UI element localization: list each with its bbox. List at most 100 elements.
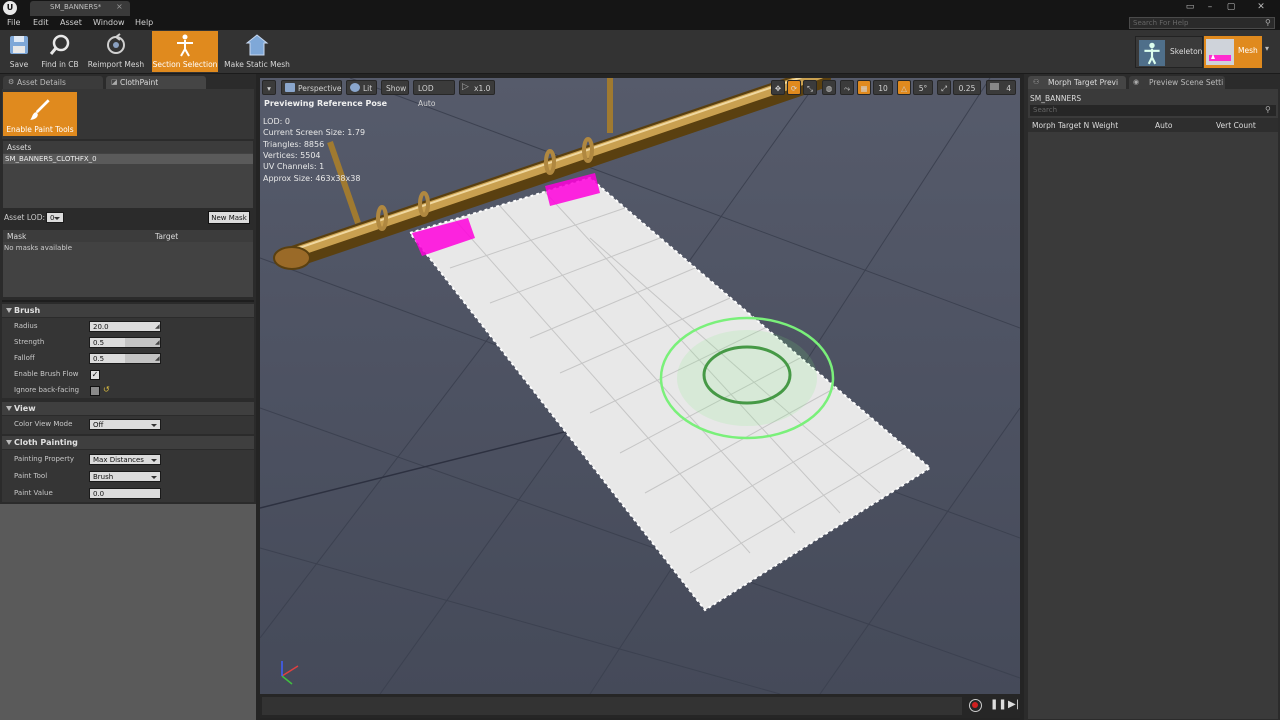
col-auto[interactable]: Auto: [1155, 121, 1172, 130]
viewport[interactable]: [260, 78, 1020, 694]
show-button[interactable]: Show: [381, 80, 409, 95]
ignore-backfacing-checkbox[interactable]: [90, 386, 100, 396]
tab-clothpaint-label: ClothPaint: [120, 78, 159, 87]
minimize-icon[interactable]: –: [1203, 1, 1217, 13]
viewport-options-dropdown[interactable]: ▾: [262, 80, 276, 95]
camera-speed-value: 4: [1006, 84, 1011, 93]
menu-file[interactable]: File: [7, 16, 20, 30]
translate-mode-icon[interactable]: ✥: [771, 80, 785, 95]
maximize-icon[interactable]: ▢: [1224, 1, 1238, 13]
radius-field[interactable]: 20.0: [89, 321, 161, 332]
search-icon[interactable]: ⚲: [1265, 18, 1271, 27]
pause-button[interactable]: ❚❚: [990, 699, 1007, 710]
world-local-icon[interactable]: ◍: [822, 80, 836, 95]
mode-dropdown-arrow-icon[interactable]: ▾: [1265, 44, 1269, 53]
tab-morph-target-preview[interactable]: Morph Target Previ: [1028, 76, 1126, 89]
scale-snap-value[interactable]: 0.25: [953, 80, 981, 95]
lod-auto-label: LOD Auto: [418, 84, 436, 108]
new-mask-button[interactable]: New Mask: [208, 211, 250, 224]
rotate-mode-icon[interactable]: ⟳: [787, 80, 801, 95]
reset-to-default-icon[interactable]: ↺: [103, 385, 110, 394]
falloff-field[interactable]: 0.5: [89, 353, 161, 364]
tab-preview-scene-label: Preview Scene Setti: [1149, 78, 1224, 87]
section-selection-button[interactable]: Section Selection: [152, 31, 218, 72]
angle-snap-icon[interactable]: △: [897, 80, 911, 95]
enable-paint-tools-button[interactable]: Enable Paint Tools: [3, 92, 77, 136]
camera-icon: [990, 83, 999, 90]
col-weight[interactable]: Weight: [1092, 121, 1118, 130]
perspective-icon: [285, 83, 295, 92]
clothpaint-tab-icon: ◪: [111, 78, 118, 86]
painting-property-dropdown[interactable]: Max Distances: [89, 454, 161, 465]
save-button[interactable]: Save: [4, 31, 34, 72]
stat-lod: LOD: 0: [263, 117, 290, 126]
morph-search-icon[interactable]: ⚲: [1265, 105, 1271, 114]
notification-icon[interactable]: ▭: [1183, 1, 1197, 13]
strength-drag-icon[interactable]: ◢: [155, 339, 160, 346]
tab-preview-scene-settings[interactable]: Preview Scene Setti: [1129, 76, 1225, 89]
mesh-mode-button[interactable]: Mesh: [1204, 36, 1262, 68]
surface-snap-icon[interactable]: ⤳: [840, 80, 854, 95]
mesh-thumbnail-icon: [1206, 39, 1234, 65]
enable-brush-flow-checkbox[interactable]: ✓: [90, 370, 100, 380]
help-search-input[interactable]: Search For Help: [1129, 17, 1275, 29]
lit-label: Lit: [363, 84, 373, 93]
scale-mode-icon[interactable]: ⤡: [803, 80, 817, 95]
make-static-mesh-label: Make Static Mesh: [224, 60, 290, 69]
close-window-icon[interactable]: ✕: [1246, 1, 1276, 13]
view-section-header[interactable]: View: [2, 402, 254, 415]
menu-edit[interactable]: Edit: [33, 16, 49, 30]
asset-lod-dropdown[interactable]: 0: [46, 212, 64, 223]
brush-section-header[interactable]: Brush: [2, 304, 254, 317]
close-tab-icon[interactable]: ×: [116, 2, 123, 11]
show-label: Show: [386, 84, 407, 93]
unreal-logo-icon[interactable]: U: [3, 1, 17, 15]
tab-asset-details[interactable]: Asset Details: [3, 76, 103, 89]
menu-asset[interactable]: Asset: [60, 16, 82, 30]
falloff-drag-icon[interactable]: ◢: [155, 355, 160, 362]
section-selection-icon: [177, 34, 193, 57]
lod-auto-button[interactable]: LOD Auto: [413, 80, 455, 108]
cloth-painting-section-header[interactable]: Cloth Painting: [2, 436, 254, 449]
col-vert-count[interactable]: Vert Count: [1216, 121, 1256, 130]
step-forward-button[interactable]: ▶|: [1008, 699, 1019, 710]
paint-value-field[interactable]: 0.0: [89, 488, 161, 499]
morph-search-input[interactable]: Search: [1030, 105, 1276, 116]
axis-gizmo: [281, 661, 299, 685]
stat-screen-size: Current Screen Size: 1.79: [263, 128, 366, 137]
strength-field[interactable]: 0.5: [89, 337, 161, 348]
radius-drag-icon[interactable]: ◢: [155, 323, 160, 330]
stat-vertices: Vertices: 5504: [263, 151, 321, 160]
record-icon: [972, 702, 978, 708]
color-view-mode-value: Off: [93, 421, 104, 429]
menu-help[interactable]: Help: [135, 16, 153, 30]
paint-value-label: Paint Value: [14, 489, 53, 497]
grid-snap-value[interactable]: 10: [873, 80, 893, 95]
menu-window[interactable]: Window: [93, 16, 125, 30]
skeleton-mode-button[interactable]: Skeleton: [1135, 36, 1203, 68]
angle-snap-value[interactable]: 5°: [913, 80, 933, 95]
find-in-cb-label: Find in CB: [41, 60, 79, 69]
grid-snap-icon[interactable]: ▦: [857, 80, 871, 95]
reimport-mesh-button[interactable]: Reimport Mesh: [86, 31, 146, 72]
morph-asset-name: SM_BANNERS: [1030, 94, 1082, 103]
tab-clothpaint[interactable]: ClothPaint: [106, 76, 206, 89]
tab-asset-details-label: Asset Details: [17, 78, 66, 87]
make-static-mesh-button[interactable]: Make Static Mesh: [222, 31, 292, 72]
record-button[interactable]: [969, 699, 982, 712]
scale-snap-icon[interactable]: ⤢: [937, 80, 951, 95]
paintbrush-icon: [30, 99, 50, 120]
asset-item[interactable]: SM_BANNERS_CLOTHFX_0: [3, 154, 253, 164]
timeline-track[interactable]: [262, 697, 962, 715]
document-tab[interactable]: SM_BANNERS*: [30, 1, 130, 16]
previewing-pose-text: Previewing Reference Pose: [264, 99, 388, 108]
asset-lod-value: 0: [50, 214, 55, 222]
scene-canvas[interactable]: [260, 78, 1020, 694]
painting-property-value: Max Distances: [93, 456, 144, 464]
paint-tool-dropdown[interactable]: Brush: [89, 471, 161, 482]
find-in-cb-button[interactable]: Find in CB: [38, 31, 82, 72]
color-view-mode-dropdown[interactable]: Off: [89, 419, 161, 430]
painting-property-label: Painting Property: [14, 455, 74, 463]
enable-paint-tools-label: Enable Paint Tools: [6, 125, 74, 134]
col-morph-target-name[interactable]: Morph Target N: [1032, 121, 1089, 130]
